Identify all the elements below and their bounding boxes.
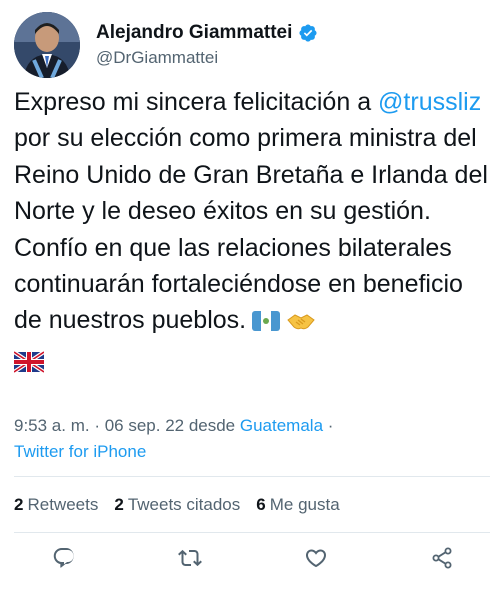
divider (14, 532, 490, 533)
divider (14, 476, 490, 477)
tweet-text: Expreso mi sincera felicitación a @truss… (12, 84, 496, 383)
mention-link[interactable]: @trussliz (378, 88, 481, 116)
retweet-icon (178, 549, 202, 567)
stat-likes[interactable]: 6 Me gusta (256, 495, 339, 515)
retweet-button[interactable] (176, 544, 204, 572)
tweet-card: Alejandro Giammattei @DrGiammattei Expre… (0, 0, 503, 600)
share-icon (432, 547, 452, 569)
share-button[interactable] (428, 544, 456, 572)
source-link[interactable]: Twitter for iPhone (14, 442, 146, 461)
like-button[interactable] (302, 544, 330, 572)
tweet-timestamp[interactable]: 9:53 a. m. · 06 sep. 22 desde (14, 416, 240, 435)
author-display-name[interactable]: Alejandro Giammattei (96, 22, 292, 44)
reply-button[interactable] (50, 544, 78, 572)
author-name-row: Alejandro Giammattei (96, 22, 318, 44)
reply-icon (53, 548, 74, 568)
location-link[interactable]: Guatemala (240, 416, 323, 435)
author-block: Alejandro Giammattei @DrGiammattei (96, 22, 318, 68)
tweet-meta: 9:53 a. m. · 06 sep. 22 desde Guatemala … (14, 413, 494, 465)
meta-separator: · (323, 416, 334, 435)
author-handle[interactable]: @DrGiammattei (96, 48, 318, 68)
stat-retweets[interactable]: 2 Retweets (14, 495, 98, 515)
tweet-text-after: por su elección como primera ministra de… (14, 124, 488, 335)
tweet-text-before: Expreso mi sincera felicitación a (14, 88, 379, 116)
verified-badge-icon (299, 24, 317, 42)
tweet-actions (14, 544, 490, 580)
tweet-header: Alejandro Giammattei @DrGiammattei (14, 12, 494, 78)
handshake-emoji (286, 306, 316, 342)
like-icon (305, 549, 327, 568)
guatemala-flag-emoji (252, 306, 281, 342)
uk-flag-emoji (12, 347, 46, 383)
avatar[interactable] (14, 12, 80, 78)
tweet-stats: 2 Retweets 2 Tweets citados 6 Me gusta (14, 494, 356, 516)
stat-quote-tweets[interactable]: 2 Tweets citados (114, 495, 240, 515)
